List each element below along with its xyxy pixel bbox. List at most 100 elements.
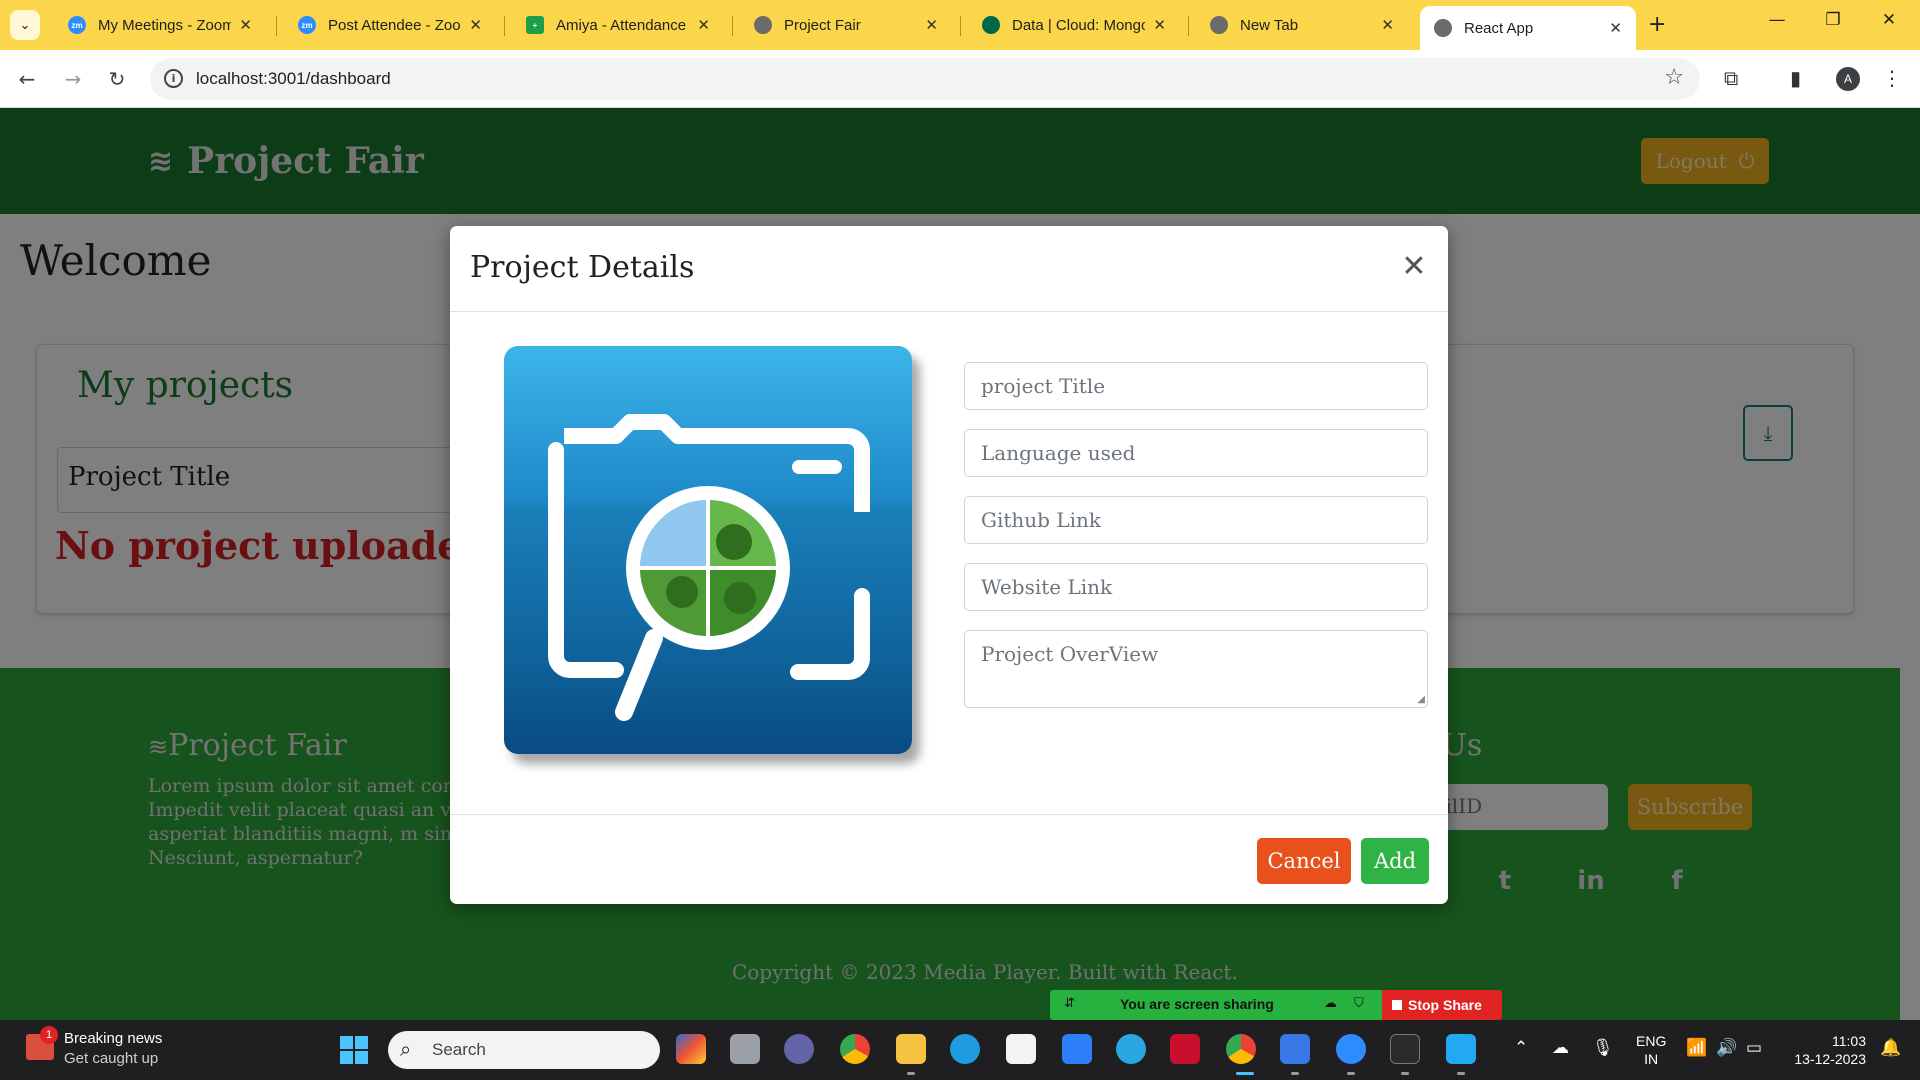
zoom-icon: zm bbox=[68, 16, 86, 34]
overview-placeholder: Project OverView bbox=[981, 642, 1159, 666]
drag-handle-icon[interactable]: ⇵ bbox=[1064, 996, 1075, 1011]
url-text[interactable]: localhost:3001/dashboard bbox=[196, 69, 391, 89]
tab-react-app[interactable]: React App ✕ bbox=[1420, 6, 1636, 50]
terminal-icon[interactable] bbox=[1390, 1034, 1420, 1064]
language-input[interactable]: Language used bbox=[964, 429, 1428, 477]
clock-time: 11:03 bbox=[1832, 1033, 1866, 1049]
tab-title: Data | Cloud: MongoDB bbox=[1012, 16, 1146, 34]
tab-divider bbox=[276, 16, 277, 36]
taskbar-search[interactable]: ⌕ Search bbox=[388, 1031, 660, 1069]
github-link-input[interactable]: Github Link bbox=[964, 496, 1428, 544]
tab-title: React App bbox=[1464, 19, 1534, 37]
vscode-icon[interactable] bbox=[1446, 1034, 1476, 1064]
tab-new-tab[interactable]: New Tab ✕ bbox=[1196, 6, 1408, 44]
website-link-input[interactable]: Website Link bbox=[964, 563, 1428, 611]
mongodb-icon bbox=[982, 16, 1000, 34]
tab-close-icon[interactable]: ✕ bbox=[239, 16, 252, 34]
tab-divider bbox=[1188, 16, 1189, 36]
tab-project-fair[interactable]: Project Fair ✕ bbox=[740, 6, 952, 44]
restore-icon[interactable]: ❐ bbox=[1818, 10, 1848, 30]
tab-close-icon[interactable]: ✕ bbox=[1609, 19, 1622, 37]
tab-title: Amiya - Attendance bbox=[556, 16, 687, 34]
notepad-icon[interactable] bbox=[1280, 1034, 1310, 1064]
resize-handle-icon[interactable]: ◢ bbox=[1417, 694, 1425, 705]
cloud-icon: ☁ bbox=[1324, 996, 1337, 1011]
cancel-button[interactable]: Cancel bbox=[1257, 838, 1351, 884]
profile-avatar[interactable]: A bbox=[1836, 67, 1860, 91]
chevron-up-icon[interactable]: ⌃ bbox=[1514, 1038, 1528, 1058]
camera-search-icon bbox=[548, 414, 870, 721]
teams-chat-icon[interactable] bbox=[784, 1034, 814, 1064]
screen-share-status: You are screen sharing bbox=[1120, 996, 1274, 1012]
microphone-icon[interactable]: 🎙 bbox=[1592, 1038, 1614, 1058]
tab-mongodb[interactable]: Data | Cloud: MongoDB ✕ bbox=[968, 6, 1180, 44]
project-details-modal: Project Details ✕ project Title Language… bbox=[450, 226, 1448, 904]
project-title-input[interactable]: project Title bbox=[964, 362, 1428, 410]
tab-search-chevron-icon[interactable]: ⌄ bbox=[10, 10, 40, 40]
new-tab-plus-icon[interactable]: + bbox=[1648, 12, 1666, 37]
help-icon[interactable] bbox=[1116, 1034, 1146, 1064]
wifi-icon[interactable]: 📶 bbox=[1686, 1038, 1707, 1058]
tab-close-icon[interactable]: ✕ bbox=[697, 16, 710, 34]
running-indicator bbox=[1347, 1072, 1355, 1075]
language-indicator[interactable]: ENG IN bbox=[1636, 1032, 1666, 1068]
myhp-icon[interactable] bbox=[1062, 1034, 1092, 1064]
battery-icon[interactable]: ▭ bbox=[1746, 1038, 1762, 1058]
back-arrow-icon[interactable]: ← bbox=[12, 64, 42, 94]
chrome-icon bbox=[1210, 16, 1228, 34]
tab-attendance[interactable]: + Amiya - Attendance ✕ bbox=[512, 6, 724, 44]
tab-my-meetings[interactable]: zm My Meetings - Zoom ✕ bbox=[54, 6, 266, 44]
tab-close-icon[interactable]: ✕ bbox=[925, 16, 938, 34]
tab-close-icon[interactable]: ✕ bbox=[1381, 16, 1394, 34]
browser-toolbar: ← → ↻ i localhost:3001/dashboard ☆ ⧉ ▮ ⋮ bbox=[0, 50, 1920, 108]
screen-share-bar[interactable]: ⇵ You are screen sharing ☁ ⛉ bbox=[1050, 990, 1382, 1020]
forward-arrow-icon[interactable]: → bbox=[58, 64, 88, 94]
mcafee-icon[interactable] bbox=[1170, 1034, 1200, 1064]
reload-icon[interactable]: ↻ bbox=[102, 64, 132, 94]
copilot-icon[interactable] bbox=[676, 1034, 706, 1064]
onedrive-cloud-icon[interactable]: ☁ bbox=[1552, 1038, 1569, 1058]
zoom-icon[interactable] bbox=[1336, 1034, 1366, 1064]
minimize-icon[interactable]: — bbox=[1762, 10, 1792, 30]
chrome-menu-icon[interactable]: ⋮ bbox=[1882, 66, 1902, 90]
browser-tab-strip: ⌄ zm My Meetings - Zoom ✕ zm Post Attend… bbox=[0, 0, 1920, 50]
notification-bell-icon[interactable]: 🔔 bbox=[1880, 1038, 1901, 1058]
chrome-active-icon[interactable] bbox=[1226, 1034, 1256, 1064]
extensions-puzzle-icon[interactable]: ⧉ bbox=[1724, 66, 1738, 90]
sheets-icon: + bbox=[526, 16, 544, 34]
close-icon[interactable]: ✕ bbox=[1398, 252, 1430, 284]
stop-share-button[interactable]: Stop Share bbox=[1382, 990, 1502, 1020]
project-overview-textarea[interactable]: Project OverView ◢ bbox=[964, 630, 1428, 708]
add-button[interactable]: Add bbox=[1361, 838, 1429, 884]
project-image-upload[interactable] bbox=[504, 346, 912, 754]
tab-close-icon[interactable]: ✕ bbox=[1153, 16, 1166, 34]
site-info-icon[interactable]: i bbox=[164, 69, 183, 88]
file-explorer-icon[interactable] bbox=[896, 1034, 926, 1064]
search-icon: ⌕ bbox=[400, 1037, 412, 1061]
app-page: ≋ Project Fair Logout ⏻ Welcome My proje… bbox=[0, 108, 1920, 1020]
bookmark-star-icon[interactable]: ☆ bbox=[1664, 65, 1684, 90]
globe-icon bbox=[1434, 19, 1452, 37]
store-icon[interactable] bbox=[1006, 1034, 1036, 1064]
tab-title: Post Attendee - Zoom bbox=[328, 16, 462, 34]
taskbar-clock[interactable]: 11:03 13-12-2023 bbox=[1786, 1032, 1866, 1068]
address-bar[interactable]: i localhost:3001/dashboard ☆ bbox=[150, 58, 1700, 100]
news-subtitle[interactable]: Get caught up bbox=[64, 1050, 158, 1067]
task-view-icon[interactable] bbox=[730, 1034, 760, 1064]
language-code: ENG bbox=[1636, 1033, 1667, 1049]
tab-close-icon[interactable]: ✕ bbox=[469, 16, 482, 34]
edge-icon[interactable] bbox=[950, 1034, 980, 1064]
zoom-icon: zm bbox=[298, 16, 316, 34]
stop-square-icon bbox=[1392, 1000, 1402, 1010]
running-indicator bbox=[1457, 1072, 1465, 1075]
chrome-icon[interactable] bbox=[840, 1034, 870, 1064]
clock-date: 13-12-2023 bbox=[1794, 1051, 1866, 1067]
tab-post-attendee[interactable]: zm Post Attendee - Zoom ✕ bbox=[284, 6, 496, 44]
side-panel-icon[interactable]: ▮ bbox=[1790, 66, 1801, 90]
modal-header: Project Details ✕ bbox=[450, 226, 1448, 312]
windows-start-icon[interactable] bbox=[340, 1036, 368, 1064]
news-title[interactable]: Breaking news bbox=[64, 1030, 162, 1047]
window-close-icon[interactable]: ✕ bbox=[1874, 10, 1904, 30]
shield-icon: ⛉ bbox=[1354, 996, 1364, 1011]
volume-icon[interactable]: 🔊 bbox=[1716, 1038, 1737, 1058]
